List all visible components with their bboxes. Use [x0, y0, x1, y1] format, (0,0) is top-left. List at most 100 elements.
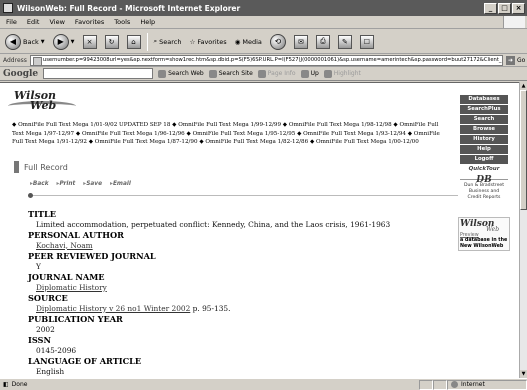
record-field-value: English: [36, 366, 65, 376]
menu-favorites[interactable]: Favorites: [75, 18, 104, 26]
save-link[interactable]: Save: [83, 181, 102, 187]
menu-edit[interactable]: Edit: [27, 18, 40, 26]
up-icon: [300, 69, 309, 78]
record-field-label: ISSN: [28, 335, 51, 345]
refresh-icon: ↻: [104, 34, 119, 49]
favorites-button[interactable]: ☆ Favorites: [187, 32, 228, 52]
record-field-label: PEER REVIEWED JOURNAL: [28, 251, 156, 261]
site-search-icon: [208, 69, 217, 78]
scroll-down-icon[interactable]: ▼: [520, 370, 527, 378]
search-web-button[interactable]: Search Web: [158, 69, 204, 78]
mail-icon: ✉: [293, 34, 308, 49]
section-bullet-icon: [14, 161, 19, 173]
record-field-value: Y: [36, 261, 41, 271]
window-title: WilsonWeb: Full Record - Microsoft Inter…: [17, 3, 241, 13]
print-link[interactable]: Print: [57, 181, 75, 187]
menu-view[interactable]: View: [49, 18, 64, 26]
print-button[interactable]: ⎙: [314, 32, 332, 52]
status-bar: ◧ Done Internet: [0, 378, 527, 390]
stop-icon: ×: [82, 34, 97, 49]
search-icon: ⌕: [153, 37, 158, 45]
mail-button[interactable]: ✉: [292, 32, 310, 52]
minimize-button[interactable]: _: [484, 2, 497, 14]
nav-searchplus[interactable]: SearchPlus: [460, 105, 508, 114]
record-field-value: Limited accommodation, perpetuated confl…: [36, 219, 391, 229]
forward-button[interactable]: ▶ ▼: [51, 32, 77, 52]
nav-search[interactable]: Search: [460, 115, 508, 124]
dun-bradstreet-ad[interactable]: DB Dun & Bradstreet Business and Credit …: [460, 176, 508, 201]
author-link[interactable]: Kochavi, Noam: [36, 241, 93, 250]
toolbar: ◀ Back ▼ ▶ ▼ × ↻ ⌂ ⌕ Search ☆ Favorites …: [0, 30, 527, 54]
nav-help[interactable]: Help: [460, 145, 508, 154]
site-nav: Databases SearchPlus Search Browse Histo…: [460, 95, 508, 180]
nav-databases[interactable]: Databases: [460, 95, 508, 104]
close-button[interactable]: ×: [512, 2, 525, 14]
home-button[interactable]: ⌂: [125, 32, 143, 52]
messenger-button[interactable]: ☐: [358, 32, 376, 52]
address-bar: Address usernumber.p=99423008url=yes&sp.…: [0, 55, 527, 67]
menu-tools[interactable]: Tools: [114, 18, 130, 26]
maximize-button[interactable]: □: [498, 2, 511, 14]
record-field-label: TITLE: [28, 209, 57, 219]
search-site-button[interactable]: Search Site: [208, 69, 253, 78]
record-actions: Back Print Save Email: [30, 181, 131, 187]
media-icon: ◉: [234, 37, 241, 46]
vertical-scrollbar[interactable]: ▲ ▼: [519, 82, 527, 378]
menu-bar: File Edit View Favorites Tools Help: [0, 16, 527, 29]
menu-help[interactable]: Help: [140, 18, 155, 26]
menu-file[interactable]: File: [6, 18, 17, 26]
record-field-label: JOURNAL NAME: [28, 272, 105, 282]
dropdown-arrow-icon[interactable]: ▼: [41, 39, 45, 45]
status-segment: [433, 379, 447, 390]
print-icon: ⎙: [315, 34, 330, 49]
forward-arrow-icon: ▶: [52, 33, 69, 50]
section-title: Full Record: [24, 162, 68, 172]
media-button[interactable]: ◉ Media: [233, 32, 264, 52]
wilsonweb-logo[interactable]: Wilson Web: [8, 89, 78, 117]
record-field-label: LANGUAGE OF ARTICLE: [28, 356, 142, 366]
source-link[interactable]: Diplomatic History v 26 no1 Winter 2002: [36, 304, 190, 313]
edit-button[interactable]: ✎: [336, 32, 354, 52]
email-link[interactable]: Email: [110, 181, 131, 187]
toolbar-separator: [146, 32, 148, 51]
globe-icon: [451, 381, 458, 388]
nav-history[interactable]: History: [460, 135, 508, 144]
windows-logo-icon: [503, 16, 525, 28]
record-field-value: 2002: [36, 324, 55, 334]
journal-link[interactable]: Diplomatic History: [36, 283, 107, 292]
page-info-button[interactable]: Page Info: [257, 69, 296, 78]
scroll-thumb[interactable]: [520, 90, 527, 210]
edit-icon: ✎: [337, 34, 352, 49]
star-icon: ☆: [189, 37, 196, 46]
database-list: ◆ OmniFile Full Text Mega 1/01-9/02 UPDA…: [12, 122, 440, 146]
record-field-label: PERSONAL AUTHOR: [28, 230, 124, 240]
go-button[interactable]: ➜ Go: [503, 56, 527, 65]
refresh-button[interactable]: ↻: [103, 32, 121, 52]
google-search-input[interactable]: [43, 68, 154, 79]
section-heading: Full Record: [14, 161, 68, 173]
back-arrow-icon: ◀: [5, 33, 21, 50]
address-label: Address: [3, 57, 27, 64]
nav-browse[interactable]: Browse: [460, 125, 508, 134]
google-toolbar: Google Search Web Search Site Page Info …: [0, 67, 527, 81]
scroll-up-icon[interactable]: ▲: [520, 82, 527, 90]
status-segment: [419, 379, 433, 390]
dropdown-arrow-icon[interactable]: ▼: [71, 39, 75, 45]
messenger-icon: ☐: [359, 34, 374, 49]
record-field-label: SOURCE: [28, 293, 68, 303]
history-button[interactable]: ⟲: [268, 32, 288, 52]
stop-button[interactable]: ×: [81, 32, 99, 52]
source-pages: p. 95-135.: [190, 303, 231, 313]
back-button[interactable]: ◀ Back ▼: [3, 32, 47, 52]
google-logo[interactable]: Google: [3, 69, 38, 79]
nav-logoff[interactable]: Logoff: [460, 155, 508, 164]
address-input[interactable]: usernumber.p=99423008url=yes&sp.nextform…: [29, 55, 503, 66]
search-button[interactable]: ⌕ Search: [152, 32, 184, 52]
ie-icon: [3, 3, 13, 13]
wilsonweb-promo[interactable]: Wilson Web Preview a database in the New…: [458, 217, 510, 252]
highlight-button[interactable]: Highlight: [323, 69, 361, 78]
up-button[interactable]: Up: [300, 69, 319, 78]
history-icon: ⟲: [269, 33, 286, 50]
back-link[interactable]: Back: [30, 181, 49, 187]
record-field-label: PUBLICATION YEAR: [28, 314, 123, 324]
